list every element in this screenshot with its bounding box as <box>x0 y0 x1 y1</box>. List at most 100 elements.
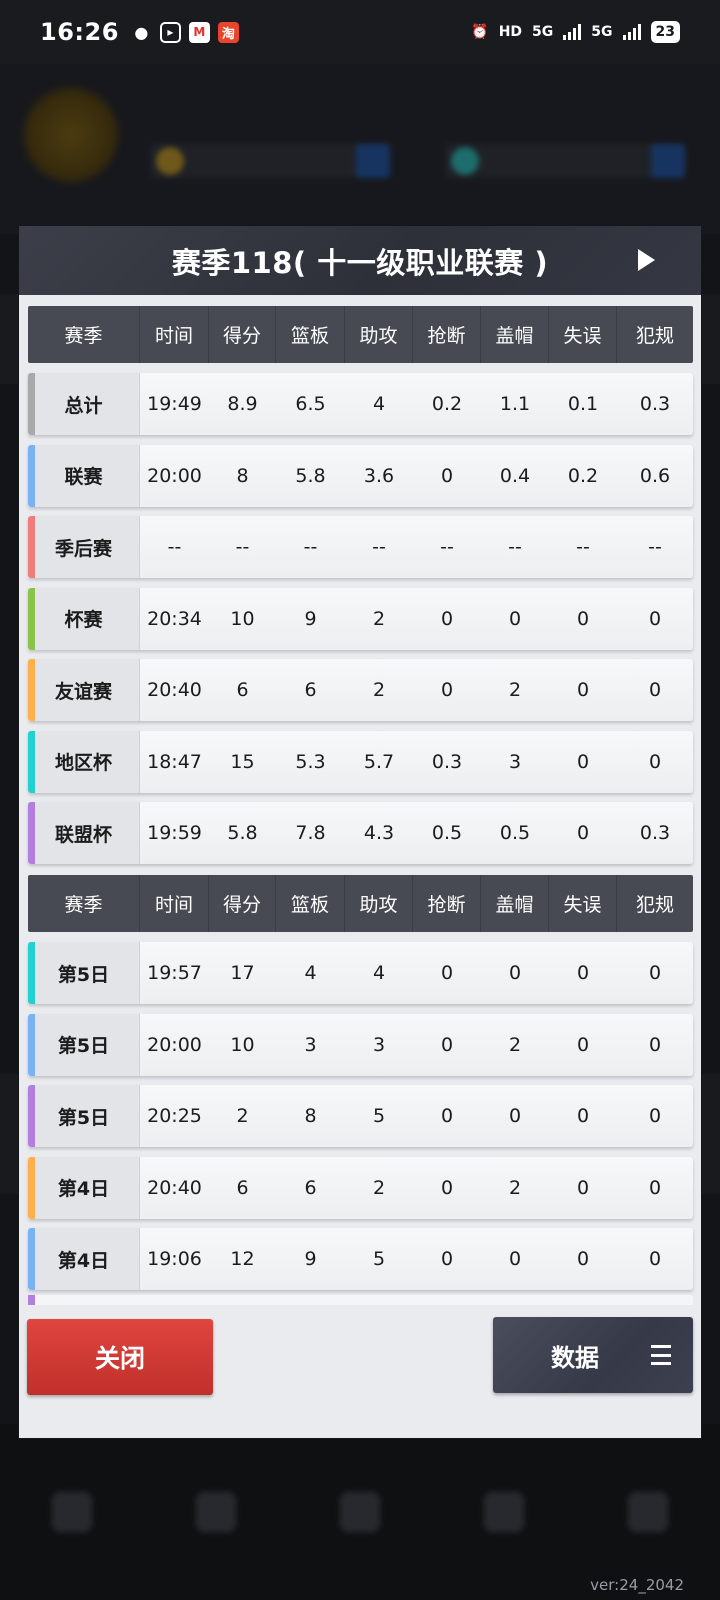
table-cell: 0.3 <box>639 393 671 415</box>
table-row[interactable] <box>28 1295 693 1305</box>
column-header: 赛季 <box>28 306 140 363</box>
table-row[interactable]: 季后赛 -- -- -- -- -- -- -- -- <box>28 516 693 578</box>
network-label-2: 5G <box>591 24 613 40</box>
row-accent-bar <box>28 730 35 793</box>
table-row[interactable]: 地区杯 18:47 15 5.3 5.7 0.3 3 0 0 <box>28 730 693 793</box>
column-header: 助攻 <box>345 306 413 363</box>
table-cell: 0 <box>440 1105 454 1127</box>
table-cell: 3 <box>508 750 522 773</box>
table-cell: -- <box>372 536 386 558</box>
row-accent-bar <box>28 1013 35 1076</box>
column-header: 盖帽 <box>481 875 549 932</box>
taobao-icon: 淘 <box>217 21 239 43</box>
table-row[interactable]: 第5日 20:25 2 8 5 0 0 0 0 <box>28 1085 693 1147</box>
wechat-icon: ● <box>134 22 149 42</box>
table-cell: 3 <box>372 1033 386 1056</box>
close-button[interactable]: 关闭 <box>27 1319 213 1395</box>
table-cell: 0 <box>440 962 454 984</box>
table-cell: -- <box>235 536 250 558</box>
table-cell: 5.8 <box>227 822 258 844</box>
version-label: ver:24_2042 <box>590 1576 684 1594</box>
table-cell: 0 <box>648 1248 662 1270</box>
table-cell: 20:00 <box>147 1033 202 1056</box>
table-cell: 20:25 <box>147 1105 202 1127</box>
table-cell: 0 <box>508 1105 522 1127</box>
table-row[interactable]: 第5日 19:57 17 4 4 0 0 0 0 <box>28 942 693 1004</box>
table-cell: 5.8 <box>295 464 326 487</box>
column-header: 赛季 <box>28 875 140 932</box>
column-header: 盖帽 <box>481 306 549 363</box>
table-cell: 0 <box>648 679 662 701</box>
table-cell: 4 <box>372 962 386 984</box>
table-cell: 2 <box>236 1105 249 1127</box>
column-header: 失误 <box>549 306 617 363</box>
table-cell: 6.5 <box>295 393 326 415</box>
table-cell: 5.3 <box>295 750 326 773</box>
menu-icon <box>651 1345 671 1365</box>
table-row[interactable]: 第5日 20:00 10 3 3 0 2 0 0 <box>28 1013 693 1076</box>
column-header: 得分 <box>209 875 276 932</box>
row-label: 第5日 <box>28 1013 140 1076</box>
row-label: 第4日 <box>28 1228 140 1290</box>
table-header: 赛季 时间 得分 篮板 助攻 抢断 盖帽 失误 犯规 <box>28 875 693 932</box>
table-cell: 5 <box>372 1105 386 1127</box>
table-cell: 8.9 <box>227 393 258 415</box>
table-cell: 0.3 <box>431 750 463 773</box>
table-row[interactable]: 第4日 20:40 6 6 2 0 2 0 0 <box>28 1156 693 1219</box>
notification-icons: ● ▸ M 淘 <box>131 21 239 43</box>
table-row[interactable]: 友谊赛 20:40 6 6 2 0 2 0 0 <box>28 659 693 721</box>
table-cell: 2 <box>372 607 386 630</box>
table-cell: 18:47 <box>147 750 202 773</box>
row-accent-bar <box>28 1085 35 1147</box>
table-cell: 4 <box>372 393 386 415</box>
table-cell: 0 <box>576 750 590 773</box>
row-label: 地区杯 <box>28 730 140 793</box>
table-cell: 0 <box>648 962 662 984</box>
row-label: 杯赛 <box>28 587 140 650</box>
table-cell: 0 <box>576 1176 590 1199</box>
table-cell: 0 <box>648 607 662 630</box>
column-header: 犯规 <box>635 325 674 347</box>
table-cell: 20:40 <box>147 679 202 701</box>
table-row[interactable]: 杯赛 20:34 10 9 2 0 0 0 0 <box>28 587 693 650</box>
table-cell: 0 <box>508 607 522 630</box>
hd-icon: HD <box>498 24 523 40</box>
table-cell: 7.8 <box>295 822 326 844</box>
table-cell: 6 <box>236 679 249 701</box>
signal-icon <box>563 24 582 40</box>
table-cell: 19:57 <box>147 962 202 984</box>
battery-icon: 23 <box>650 21 680 43</box>
row-accent-bar <box>28 444 35 507</box>
dialog-title: 赛季118( 十一级职业联赛 ) <box>171 245 549 280</box>
video-app-icon: ▸ <box>159 21 181 43</box>
table-header: 赛季 时间 得分 篮板 助攻 抢断 盖帽 失误 犯规 <box>28 306 693 363</box>
table-row[interactable]: 联盟杯 19:59 5.8 7.8 4.3 0.5 0.5 0 0.3 <box>28 802 693 864</box>
table-row[interactable]: 联赛 20:00 8 5.8 3.6 0 0.4 0.2 0.6 <box>28 444 693 507</box>
table-row[interactable]: 第4日 19:06 12 9 5 0 0 0 0 <box>28 1228 693 1290</box>
table-cell: 0 <box>508 962 522 984</box>
table-cell: 0 <box>648 1176 662 1199</box>
table-row[interactable]: 总计 19:49 8.9 6.5 4 0.2 1.1 0.1 0.3 <box>28 373 693 435</box>
table-cell: 15 <box>230 750 255 773</box>
table-cell: -- <box>303 536 318 558</box>
table-cell: 19:59 <box>147 822 202 844</box>
table-cell: 2 <box>372 1176 386 1199</box>
play-icon[interactable] <box>638 249 655 271</box>
column-header: 犯规 <box>635 894 674 916</box>
table-cell: 1.1 <box>499 393 531 415</box>
column-header: 篮板 <box>276 875 345 932</box>
stats-table[interactable]: 赛季 时间 得分 篮板 助攻 抢断 盖帽 失误 犯规 总计 19:49 8.9 6.5… <box>19 295 701 1305</box>
table-cell: 8 <box>304 1105 317 1127</box>
table-cell: -- <box>576 536 590 558</box>
table-cell: 5.7 <box>363 750 395 773</box>
table-cell: 3 <box>304 1033 317 1056</box>
table-cell: 0 <box>440 464 454 487</box>
dialog-header: 赛季118( 十一级职业联赛 ) <box>19 226 701 295</box>
table-cell: 0 <box>576 822 590 844</box>
table-cell: 20:40 <box>147 1176 202 1199</box>
status-bar: 16:26 ● ▸ M 淘 ⏰ HD 5G 5G 23 <box>0 0 720 64</box>
data-button[interactable]: 数据 <box>493 1317 693 1393</box>
row-accent-bar <box>28 942 35 1004</box>
table-cell: -- <box>440 536 454 558</box>
table-cell: 2 <box>508 679 522 701</box>
